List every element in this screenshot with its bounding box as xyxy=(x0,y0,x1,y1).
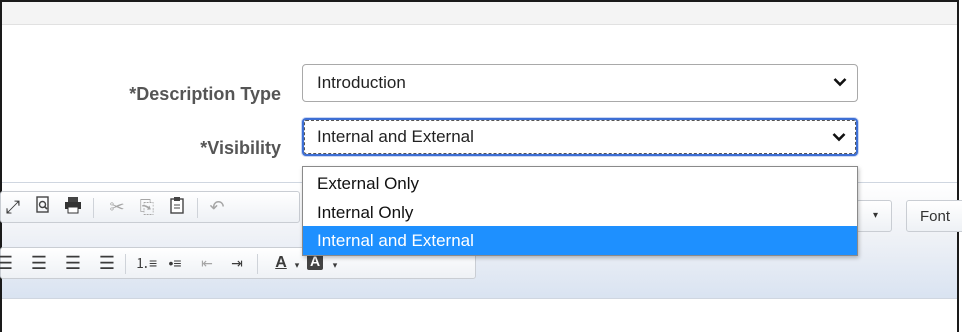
toolbar-group-document: ⤢ ✂ ⎘ ↶ xyxy=(0,191,300,223)
visibility-label: *Visibility xyxy=(200,138,281,158)
bulleted-list-icon[interactable]: •≡ xyxy=(165,252,185,274)
visibility-option-internal-only[interactable]: Internal Only xyxy=(303,198,857,227)
paste-icon[interactable] xyxy=(167,196,187,219)
toolbar-separator xyxy=(197,198,198,218)
visibility-option-external-only[interactable]: External Only xyxy=(303,169,857,198)
copy-icon[interactable]: ⎘ xyxy=(137,196,157,218)
style-dropdown-toggle[interactable]: ▾ xyxy=(856,200,892,232)
visibility-dropdown-list: External Only Internal Only Internal and… xyxy=(302,166,858,256)
visibility-option-internal-and-external[interactable]: Internal and External xyxy=(303,226,857,255)
numbered-list-icon[interactable]: ⒈≡ xyxy=(135,252,157,274)
toolbar-separator xyxy=(125,254,126,274)
font-dropdown-label: Font xyxy=(920,208,951,225)
cut-icon[interactable]: ✂ xyxy=(107,196,127,218)
align-left-icon[interactable]: ☰ xyxy=(0,252,15,274)
maximize-icon[interactable]: ⤢ xyxy=(3,196,23,218)
toolbar-separator xyxy=(257,254,258,274)
editor-divider xyxy=(2,298,957,299)
print-icon[interactable] xyxy=(63,196,83,219)
align-center-icon[interactable]: ☰ xyxy=(29,252,49,274)
visibility-value: Internal and External xyxy=(317,127,474,146)
indent-icon[interactable]: ⇥ xyxy=(227,252,247,274)
chevron-down-icon[interactable]: ▾ xyxy=(287,254,307,276)
preview-icon[interactable] xyxy=(33,196,53,219)
chevron-down-icon xyxy=(833,78,847,87)
outdent-icon[interactable]: ⇤ xyxy=(197,252,217,274)
chevron-down-icon: ▾ xyxy=(873,210,879,221)
description-type-select[interactable]: Introduction xyxy=(302,64,858,102)
font-dropdown[interactable]: Font xyxy=(906,200,962,232)
top-bar xyxy=(2,2,957,25)
justify-icon[interactable]: ☰ xyxy=(97,252,117,274)
description-type-label: *Description Type xyxy=(129,84,281,104)
chevron-down-icon xyxy=(832,133,846,142)
undo-icon[interactable]: ↶ xyxy=(207,196,227,218)
visibility-select[interactable]: Internal and External xyxy=(302,118,858,156)
align-right-icon[interactable]: ☰ xyxy=(63,252,83,274)
chevron-down-icon[interactable]: ▾ xyxy=(325,254,345,276)
description-type-value: Introduction xyxy=(317,73,406,92)
toolbar-separator xyxy=(93,198,94,218)
